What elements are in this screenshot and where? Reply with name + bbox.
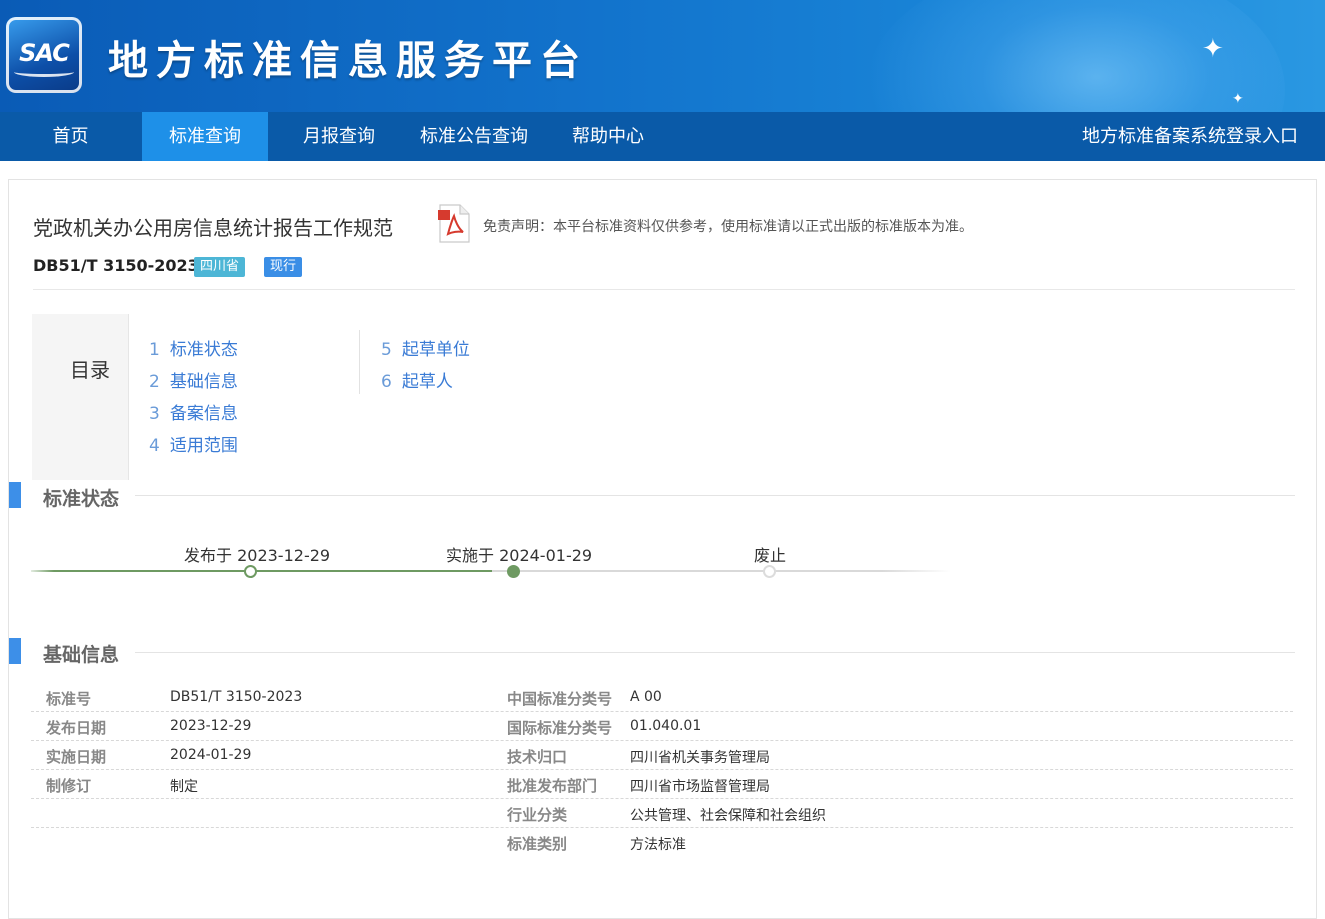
field-label-ccs: 中国标准分类号 [507,690,613,708]
standard-detail-panel: 党政机关办公用房信息统计报告工作规范 免责声明：本平台标准资料仅供参考，使用标准… [8,179,1317,919]
toc-text: 备案信息 [169,404,238,424]
toc-separator [359,330,360,394]
timeline-label-implemented: 实施于 2024-01-29 [446,546,593,565]
section-divider [135,495,1295,496]
field-value-standard-no: DB51/T 3150-2023 [170,689,303,705]
section-marker [9,638,21,664]
toc-text: 基础信息 [169,372,238,392]
field-value-ics: 01.040.01 [630,718,702,734]
row-separator [31,827,1293,828]
toc-num: 2 [149,372,160,392]
field-value-technical-authority: 四川省机关事务管理局 [630,750,770,766]
field-label-technical-authority: 技术归口 [507,748,568,766]
field-label-implement-date: 实施日期 [46,748,107,766]
field-label-approving-department: 批准发布部门 [507,777,598,795]
nav-item-announcement-query[interactable]: 标准公告查询 [404,112,544,161]
status-badge: 现行 [264,257,303,277]
toc-num: 5 [381,340,392,360]
toc-item-standard-status[interactable]: 1 标准状态 [149,335,238,360]
field-value-publish-date: 2023-12-29 [170,718,252,734]
timeline-node-implemented [507,565,520,578]
main-nav: 首页 标准查询 月报查询 标准公告查询 帮助中心 地方标准备案系统登录入口 [0,112,1325,161]
toc-text: 起草单位 [401,340,470,360]
field-label-revision-type: 制修订 [46,777,92,795]
section-marker [9,482,21,508]
toc-text: 标准状态 [169,340,238,360]
filing-system-login-link[interactable]: 地方标准备案系统登录入口 [1082,112,1298,161]
toc-num: 6 [381,372,392,392]
field-value-implement-date: 2024-01-29 [170,747,252,763]
toc-num: 1 [149,340,160,360]
field-value-ccs: A 00 [630,689,662,705]
timeline-label-abolished: 废止 [754,546,787,565]
toc-item-drafting-unit[interactable]: 5 起草单位 [381,335,470,360]
title-divider [33,289,1295,290]
nav-item-standard-query[interactable]: 标准查询 [142,112,268,161]
toc-item-basic-info[interactable]: 2 基础信息 [149,367,238,392]
field-value-standard-category: 方法标准 [630,837,686,853]
section-title-status: 标准状态 [43,488,120,510]
section-title-basic: 基础信息 [43,644,120,666]
nav-item-help-center[interactable]: 帮助中心 [558,112,658,161]
timeline-node-abolished [763,565,776,578]
standard-code: DB51/T 3150-2023 [33,256,199,275]
toc-item-filing-info[interactable]: 3 备案信息 [149,399,238,424]
toc-item-scope[interactable]: 4 适用范围 [149,431,238,456]
timeline-progress [31,570,492,572]
site-banner: ✦ ✦ SAC 地方标准信息服务平台 [0,0,1325,112]
field-label-standard-no: 标准号 [46,690,92,708]
timeline-node-published [244,565,257,578]
toc-text: 起草人 [401,372,453,392]
sparkle-icon: ✦ [1232,91,1244,107]
toc-box: 目录 [32,314,129,480]
field-label-ics: 国际标准分类号 [507,719,613,737]
row-separator [31,769,1293,770]
standard-title: 党政机关办公用房信息统计报告工作规范 [33,216,393,240]
row-separator [31,740,1293,741]
toc-num: 3 [149,404,160,424]
nav-item-home[interactable]: 首页 [0,112,141,161]
province-badge: 四川省 [194,257,246,277]
timeline-remaining [492,570,951,572]
field-label-standard-category: 标准类别 [507,835,568,853]
field-label-industry: 行业分类 [507,806,568,824]
toc-num: 4 [149,436,160,456]
field-value-revision-type: 制定 [170,779,198,795]
section-divider [135,652,1295,653]
field-value-approving-department: 四川省市场监督管理局 [630,779,770,795]
disclaimer-text: 免责声明：本平台标准资料仅供参考，使用标准请以正式出版的标准版本为准。 [483,219,973,235]
sac-logo[interactable]: SAC [6,17,82,93]
site-title: 地方标准信息服务平台 [108,38,588,84]
row-separator [31,711,1293,712]
toc-label: 目录 [70,358,110,382]
logo-text: SAC [19,39,70,67]
toc-text: 适用范围 [169,436,238,456]
timeline-label-published: 发布于 2023-12-29 [184,546,331,565]
logo-swoosh-icon [14,67,74,77]
sparkle-icon: ✦ [1202,34,1224,64]
toc-item-drafters[interactable]: 6 起草人 [381,367,453,392]
pdf-icon[interactable] [436,204,472,244]
row-separator [31,798,1293,799]
nav-item-monthly-report[interactable]: 月报查询 [286,112,392,161]
field-label-publish-date: 发布日期 [46,719,107,737]
field-value-industry: 公共管理、社会保障和社会组织 [630,808,826,824]
